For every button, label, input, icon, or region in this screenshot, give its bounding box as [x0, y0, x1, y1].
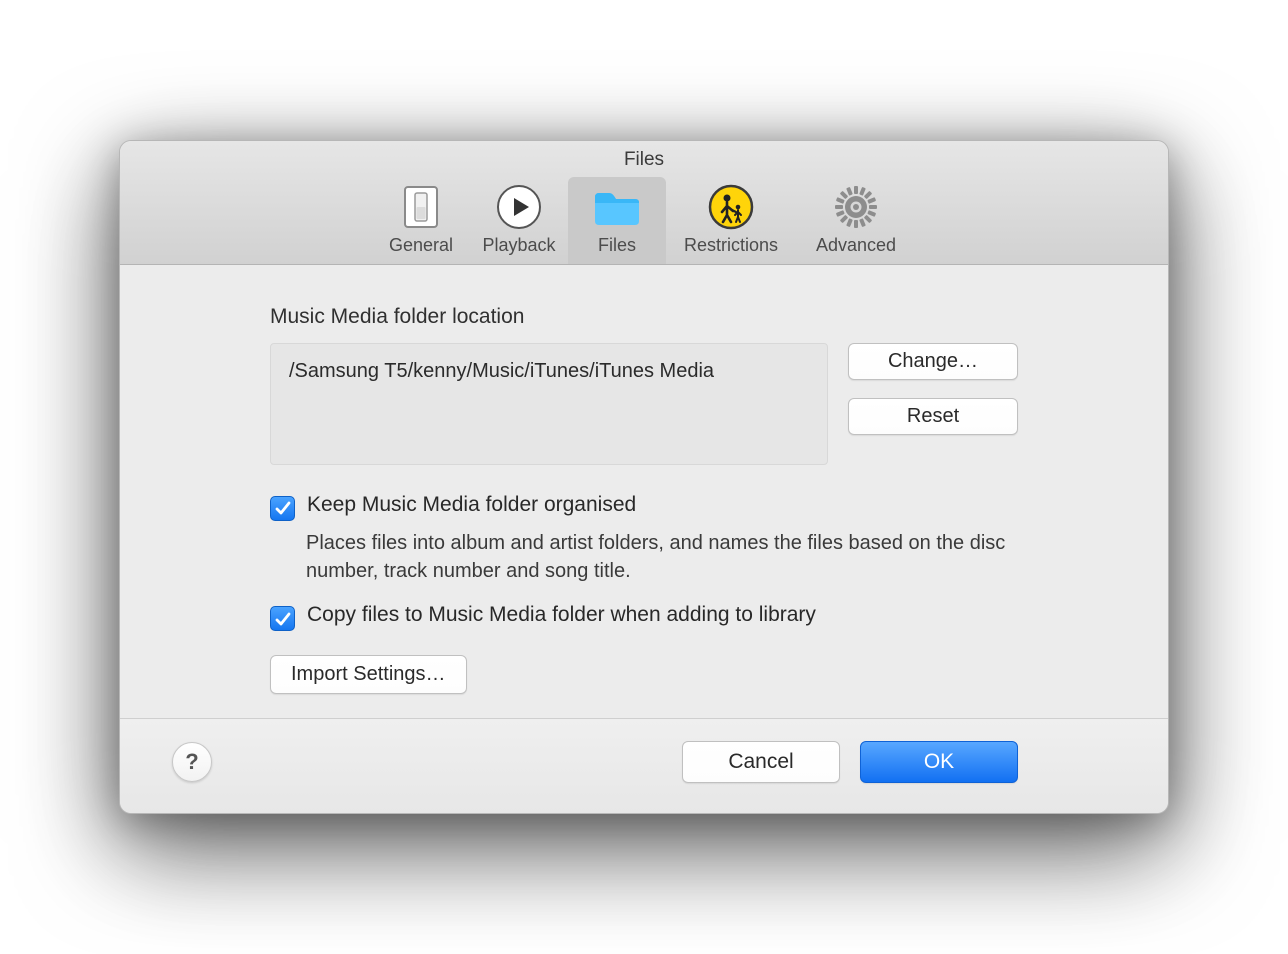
- change-button[interactable]: Change…: [848, 343, 1018, 380]
- tab-files-label: Files: [598, 235, 636, 256]
- tab-restrictions[interactable]: Restrictions: [666, 177, 796, 264]
- tab-bar: General Playback: [120, 177, 1168, 264]
- tab-playback[interactable]: Playback: [470, 177, 568, 264]
- folder-icon: [591, 181, 643, 233]
- import-settings-button[interactable]: Import Settings…: [270, 655, 467, 694]
- keep-organised-row: Keep Music Media folder organised: [270, 493, 1018, 521]
- toolbar: Files General: [120, 141, 1168, 265]
- media-folder-row: /Samsung T5/kenny/Music/iTunes/iTunes Me…: [270, 343, 1018, 465]
- keep-organised-description: Places files into album and artist folde…: [306, 529, 1018, 586]
- footer: ? Cancel OK: [120, 718, 1168, 813]
- keep-organised-checkbox[interactable]: [270, 496, 295, 521]
- tab-files[interactable]: Files: [568, 177, 666, 264]
- tab-advanced-label: Advanced: [816, 235, 896, 256]
- copy-files-checkbox[interactable]: [270, 606, 295, 631]
- media-folder-buttons: Change… Reset: [848, 343, 1018, 435]
- tab-general-label: General: [389, 235, 453, 256]
- tab-advanced[interactable]: Advanced: [796, 177, 916, 264]
- footer-actions: Cancel OK: [682, 741, 1018, 783]
- tab-general[interactable]: General: [372, 177, 470, 264]
- preferences-window: Files General: [119, 140, 1169, 815]
- gear-icon: [830, 181, 882, 233]
- cancel-button[interactable]: Cancel: [682, 741, 840, 783]
- content-pane: Music Media folder location /Samsung T5/…: [120, 265, 1168, 719]
- media-folder-path: /Samsung T5/kenny/Music/iTunes/iTunes Me…: [270, 343, 828, 465]
- media-folder-label: Music Media folder location: [270, 305, 1018, 329]
- help-button[interactable]: ?: [172, 742, 212, 782]
- ok-button[interactable]: OK: [860, 741, 1018, 783]
- copy-files-row: Copy files to Music Media folder when ad…: [270, 603, 1018, 631]
- play-icon: [493, 181, 545, 233]
- tab-playback-label: Playback: [482, 235, 555, 256]
- parental-icon: [705, 181, 757, 233]
- switch-icon: [395, 181, 447, 233]
- keep-organised-label: Keep Music Media folder organised: [307, 493, 636, 517]
- copy-files-label: Copy files to Music Media folder when ad…: [307, 603, 816, 627]
- window-title: Files: [120, 147, 1168, 177]
- reset-button[interactable]: Reset: [848, 398, 1018, 435]
- tab-restrictions-label: Restrictions: [684, 235, 778, 256]
